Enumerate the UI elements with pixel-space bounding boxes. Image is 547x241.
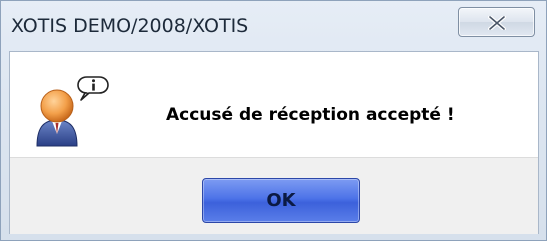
ok-button[interactable]: OK (202, 178, 360, 223)
message-text: Accusé de réception accepté ! (166, 105, 455, 125)
close-button[interactable] (458, 7, 535, 37)
dialog-body: Accusé de réception accepté ! OK (9, 51, 539, 234)
dialog-window: XOTIS DEMO/2008/XOTIS Accusé de réceptio… (0, 0, 547, 241)
message-area: Accusé de réception accepté ! (10, 52, 538, 157)
title-bar[interactable]: XOTIS DEMO/2008/XOTIS (1, 1, 546, 51)
user-info-icon (35, 76, 117, 152)
close-icon (488, 16, 506, 30)
button-bar: OK (10, 157, 538, 234)
window-title: XOTIS DEMO/2008/XOTIS (11, 15, 249, 37)
